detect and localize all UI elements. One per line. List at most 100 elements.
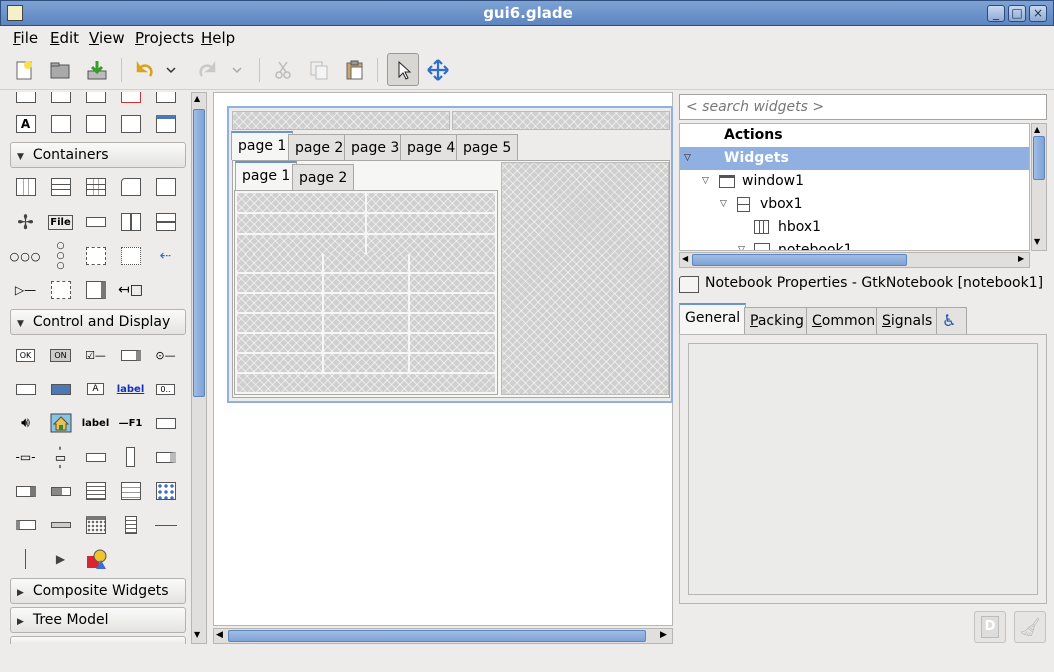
scroll-thumb[interactable] (228, 630, 646, 642)
scroll-thumb[interactable] (1033, 136, 1045, 180)
tree-row-actions[interactable]: Actions (680, 124, 1029, 147)
vscrollbar-widget[interactable] (113, 442, 148, 472)
group-composite-widgets[interactable]: ▶ Composite Widgets (10, 578, 186, 604)
table-cell[interactable] (323, 354, 409, 372)
message-dialog-widget[interactable] (78, 109, 113, 139)
redo-dropdown[interactable] (228, 56, 246, 84)
table-cell[interactable] (410, 294, 495, 312)
group-tree-model[interactable]: ▶ Tree Model (10, 607, 186, 633)
radio-button-widget[interactable]: ⊙— (148, 340, 183, 370)
drag-resize-button[interactable] (424, 56, 452, 84)
close-button[interactable]: × (1029, 5, 1047, 22)
vpaned-widget[interactable] (148, 207, 183, 237)
accel-label-widget[interactable]: —F1 (113, 408, 148, 438)
palette-scrollbar[interactable]: ▲ ▼ (191, 92, 207, 644)
hbox-slot[interactable] (452, 111, 670, 130)
design-hscrollbar[interactable]: ◀ ▶ (213, 628, 673, 644)
hscale-widget[interactable]: -▭- (8, 442, 43, 472)
button-widget[interactable]: OK (8, 340, 43, 370)
label-widget[interactable]: label (78, 408, 113, 438)
tree-row-vbox1[interactable]: ▽ vbox1 (680, 193, 1029, 216)
statusbar-widget[interactable] (8, 510, 43, 540)
image-widget[interactable] (43, 408, 78, 438)
about-dialog-widget[interactable]: A (8, 109, 43, 139)
vscale-widget[interactable]: -▭- (43, 442, 78, 472)
open-button[interactable] (46, 56, 74, 84)
scale-button-widget[interactable]: 0.. (148, 374, 183, 404)
vbox-widget[interactable] (43, 172, 78, 202)
volume-button-widget[interactable]: 🔊︎ (8, 408, 43, 438)
notebook-tab[interactable]: page 4 (400, 134, 463, 160)
table-cell[interactable] (237, 294, 322, 312)
docs-button[interactable]: D (974, 611, 1006, 643)
undo-dropdown[interactable] (162, 56, 180, 84)
table-cell[interactable] (237, 235, 365, 254)
color-button-widget[interactable] (43, 374, 78, 404)
tree-row-window1[interactable]: ▽ window1 (680, 170, 1029, 193)
alignment-widget[interactable] (78, 241, 113, 271)
notebook-tab[interactable]: page 1 (231, 131, 294, 160)
table-cell[interactable] (410, 334, 495, 352)
table-cell[interactable] (410, 274, 495, 292)
toggle-button-widget[interactable]: ON (43, 340, 78, 370)
file-chooser-widget[interactable]: File (43, 207, 78, 237)
window1-preview[interactable]: page 1 page 2 page 3 page 4 page 5 page … (227, 106, 673, 403)
hscrollbar-widget[interactable] (78, 442, 113, 472)
tab-signals[interactable]: Signals (876, 307, 939, 334)
scroll-thumb[interactable] (193, 109, 205, 397)
hpaned-widget[interactable] (113, 207, 148, 237)
button-box-widget[interactable] (78, 207, 113, 237)
table-cell[interactable] (237, 334, 322, 352)
menu-file[interactable]: File (11, 29, 40, 47)
combo-box-widget[interactable] (148, 442, 183, 472)
tool-palette-widget[interactable]: ↤□ (113, 275, 148, 305)
combo-entry-widget[interactable] (8, 476, 43, 506)
design-canvas[interactable]: page 1 page 2 page 3 page 4 page 5 page … (213, 92, 673, 626)
empty-slot[interactable] (501, 162, 669, 395)
calendar-widget[interactable] (78, 510, 113, 540)
group-containers[interactable]: ▼ Containers (10, 142, 186, 168)
tree-hscrollbar[interactable]: ◀ ▶ (679, 252, 1030, 268)
arrow-widget[interactable]: ▶ (43, 544, 78, 574)
inner-notebook-tab[interactable]: page 1 (235, 161, 298, 190)
tree-row-widgets[interactable]: ▽ Widgets (680, 147, 1029, 170)
tree-view-widget[interactable] (113, 476, 148, 506)
notebook-tab[interactable]: page 5 (456, 134, 519, 160)
table-cell[interactable] (237, 314, 322, 332)
table-cell[interactable] (367, 214, 495, 233)
select-mode-button[interactable] (387, 53, 419, 86)
undo-button[interactable] (131, 56, 159, 84)
frame-widget[interactable] (148, 172, 183, 202)
progress-bar-widget[interactable] (43, 476, 78, 506)
tab-common[interactable]: Common (806, 307, 882, 334)
fixed-widget[interactable]: ✢ (8, 207, 43, 237)
tree-vscrollbar[interactable]: ▲ ▼ (1031, 123, 1047, 251)
table-cell[interactable] (410, 354, 495, 372)
inner-notebook-tab[interactable]: page 2 (292, 164, 355, 190)
vbutton-box-widget[interactable]: ○○○ (43, 241, 78, 271)
hseparator-scroll-widget[interactable] (43, 510, 78, 540)
table-cell[interactable] (410, 254, 495, 272)
viewport-widget[interactable] (43, 275, 78, 305)
table-cell[interactable] (323, 314, 409, 332)
tree-row-notebook1[interactable]: ▽ notebook1 (680, 239, 1029, 250)
menu-view[interactable]: View (87, 29, 127, 47)
paste-button[interactable] (341, 56, 369, 84)
hbutton-box-widget[interactable]: ○○○ (8, 241, 43, 271)
save-button[interactable] (83, 56, 111, 84)
table-cell[interactable] (323, 294, 409, 312)
hseparator-widget[interactable] (148, 510, 183, 540)
menu-help[interactable]: Help (199, 29, 237, 47)
table-cell[interactable] (237, 374, 495, 392)
table-cell[interactable] (323, 334, 409, 352)
tab-general[interactable]: General (679, 303, 747, 334)
clear-button[interactable]: 🧹︎ (1014, 611, 1046, 643)
table-cell[interactable] (410, 314, 495, 332)
maximize-button[interactable]: □ (1008, 5, 1026, 22)
text-view-widget[interactable] (78, 476, 113, 506)
table-cell[interactable] (237, 354, 322, 372)
scroll-thumb[interactable] (692, 254, 907, 266)
link-button-widget[interactable]: label (113, 374, 148, 404)
table-cell[interactable] (323, 254, 409, 272)
cut-button[interactable] (269, 56, 297, 84)
